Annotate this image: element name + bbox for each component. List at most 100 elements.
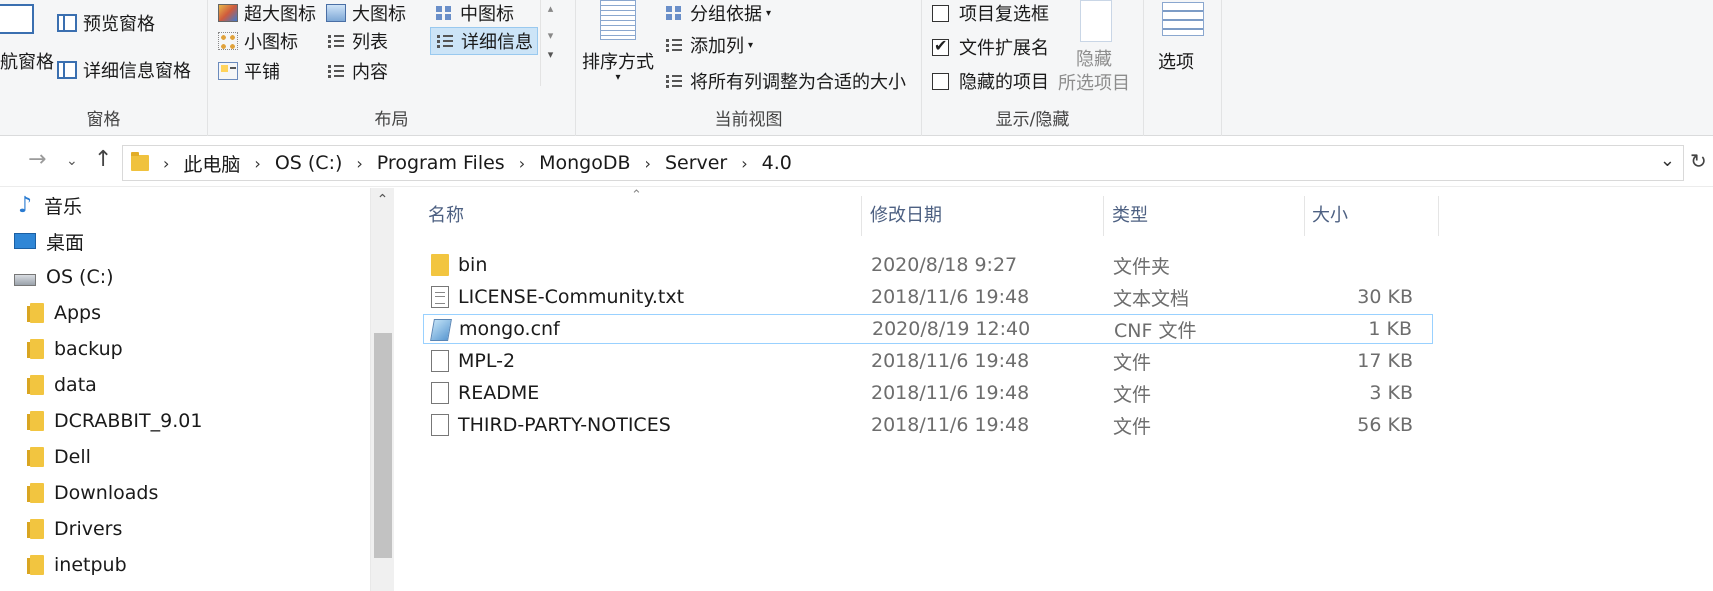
file-row[interactable]: MPL-2 2018/11/6 19:48 文件 17 KB [423,346,1433,376]
scroll-up-icon[interactable]: ▴ [541,2,560,15]
details-pane-icon [57,61,77,79]
nav-pane-scrollbar[interactable]: ⌃ [370,188,394,591]
forward-button[interactable]: → [28,147,46,172]
back-button[interactable]: · [0,147,1,172]
breadcrumb-server[interactable]: Server [665,152,727,174]
list-icon [326,32,346,50]
column-divider[interactable] [1438,196,1439,236]
preview-pane-button[interactable]: 预览窗格 [57,10,155,36]
nav-item-label: DCRABBIT_9.01 [54,410,203,432]
hidden-items-checkbox[interactable] [932,72,949,90]
breadcrumb-os-c[interactable]: OS (C:) [275,152,343,174]
file-extensions-toggle[interactable]: 文件扩展名 [932,34,1049,60]
nav-item-backup[interactable]: backup [27,334,123,364]
options-button[interactable]: 选项 [1158,48,1194,74]
breadcrumb-program-files[interactable]: Program Files [377,152,505,174]
add-columns-dropdown-icon: ▾ [748,39,754,51]
column-header-size[interactable]: 大小 [1312,196,1348,236]
hide-selected-button[interactable]: 隐藏 所选项目 [1058,48,1130,96]
tiles-option[interactable]: 平铺 [218,58,280,84]
chevron-right-icon[interactable]: › [163,154,169,173]
details-option[interactable]: 详细信息 [430,27,538,55]
nav-item-downloads[interactable]: Downloads [27,478,158,508]
nav-item-inetpub[interactable]: inetpub [27,550,127,580]
medium-icons-option[interactable]: 中图标 [434,0,514,26]
column-divider[interactable] [861,196,862,236]
nav-item-desktop[interactable]: 桌面 [14,226,84,256]
group-by-button[interactable]: 分组依据 ▾ [664,0,771,26]
options-label: 选项 [1158,52,1194,73]
scroll-up-icon[interactable]: ⌃ [371,192,394,208]
content-icon [326,62,346,80]
nav-item-os-c[interactable]: OS (C:) [14,262,114,292]
file-type: 文件 [1113,383,1152,406]
file-type: 文件 [1113,351,1152,374]
file-extensions-checkbox[interactable] [932,36,949,56]
scrollbar-thumb[interactable] [374,333,392,558]
file-row[interactable]: LICENSE-Community.txt 2018/11/6 19:48 文本… [423,282,1433,312]
sort-by-dropdown-icon: ▾ [615,72,621,83]
column-header-modified[interactable]: 修改日期 [870,196,942,236]
nav-item-data[interactable]: data [27,370,97,400]
recent-locations-button[interactable]: ⌄ [66,153,78,169]
options-icon [1162,2,1204,36]
add-columns-label: 添加列 [690,36,744,57]
file-row[interactable]: bin 2020/8/18 9:27 文件夹 [423,250,1433,280]
chevron-right-icon[interactable]: › [356,154,362,173]
chevron-right-icon[interactable]: › [519,154,525,173]
nav-item-music[interactable]: ♪ 音乐 [18,190,82,220]
size-all-columns-label: 将所有列调整为合适的大小 [690,72,906,93]
hidden-items-toggle[interactable]: 隐藏的项目 [932,68,1049,94]
item-checkboxes-checkbox[interactable] [932,4,949,22]
column-divider[interactable] [1304,196,1305,236]
item-checkboxes-toggle[interactable]: 项目复选框 [932,0,1049,26]
file-name: THIRD-PARTY-NOTICES [458,414,671,436]
file-name: mongo.cnf [459,318,560,340]
navigation-pane-label: 航窗格 [0,52,54,73]
large-icons-option[interactable]: 大图标 [326,0,406,26]
nav-item-dell[interactable]: Dell [27,442,91,472]
preview-pane-icon [57,14,77,32]
navigation-pane-button[interactable]: 航窗格 [0,48,54,74]
file-row-selected[interactable]: mongo.cnf 2020/8/19 12:40 CNF 文件 1 KB [423,314,1433,344]
file-row[interactable]: THIRD-PARTY-NOTICES 2018/11/6 19:48 文件 5… [423,410,1433,440]
up-button[interactable]: ↑ [94,147,112,172]
expand-gallery-icon[interactable]: ▾ [541,48,560,61]
file-name: LICENSE-Community.txt [458,286,685,308]
breadcrumb-4-0[interactable]: 4.0 [762,152,792,174]
scroll-down-icon[interactable]: ▾ [541,29,560,42]
nav-item-label: OS (C:) [46,266,114,288]
details-pane-button[interactable]: 详细信息窗格 [57,57,191,83]
sort-by-button[interactable]: 排序方式 ▾ [582,48,654,83]
chevron-right-icon[interactable]: › [254,154,260,173]
nav-item-drivers[interactable]: Drivers [27,514,122,544]
size-all-columns-button[interactable]: 将所有列调整为合适的大小 [664,68,906,94]
column-header-name[interactable]: 名称 [428,196,464,236]
small-icons-option[interactable]: 小图标 [218,28,298,54]
address-bar[interactable]: › 此电脑 › OS (C:) › Program Files › MongoD… [122,145,1684,181]
extra-large-icons-option[interactable]: 超大图标 [218,0,316,26]
add-columns-button[interactable]: 添加列 ▾ [664,32,753,58]
file-icon [431,382,449,404]
refresh-icon[interactable]: ↻ [1690,149,1707,173]
breadcrumb-mongodb[interactable]: MongoDB [539,152,630,174]
column-header-type[interactable]: 类型 [1112,196,1148,236]
chevron-right-icon[interactable]: › [645,154,651,173]
layout-gallery-scroll[interactable]: ▴ ▾ ▾ [540,0,560,86]
tiles-label: 平铺 [244,62,280,83]
column-divider[interactable] [1103,196,1104,236]
music-icon: ♪ [18,192,33,218]
nav-item-dcrabbit[interactable]: DCRABBIT_9.01 [27,406,203,436]
chevron-down-icon[interactable]: ⌄ [1660,150,1675,171]
file-icon [431,350,449,372]
group-by-label: 分组依据 [690,4,762,25]
chevron-right-icon[interactable]: › [741,154,747,173]
current-view-group: 排序方式 ▾ 分组依据 ▾ 添加列 ▾ 将所有列调整为合适的大小 当前视图 [576,0,922,136]
content-option[interactable]: 内容 [326,58,388,84]
file-row[interactable]: README 2018/11/6 19:48 文件 3 KB [423,378,1433,408]
breadcrumb-this-pc[interactable]: 此电脑 [183,150,240,177]
list-option[interactable]: 列表 [326,28,388,54]
folder-icon [27,339,44,359]
extra-large-icons-icon [218,4,238,22]
nav-item-apps[interactable]: Apps [27,298,101,328]
